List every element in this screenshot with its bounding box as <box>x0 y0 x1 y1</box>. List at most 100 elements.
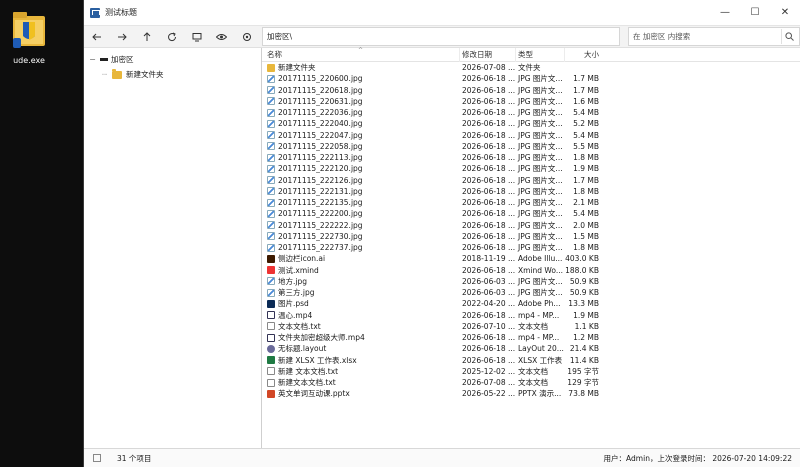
txt-file-icon <box>267 367 275 376</box>
file-size: 1.8 MB <box>573 243 599 253</box>
file-name-cell: 20171115_222058.jpg <box>262 142 460 151</box>
file-name-cell: 20171115_222047.jpg <box>262 131 460 140</box>
file-row[interactable]: 第三方.jpg 2026-06-03 ... JPG 图片文... 50.9 KB <box>262 287 800 298</box>
file-date: 2026-06-18 ... <box>462 209 516 219</box>
file-row[interactable]: 地方.jpg 2026-06-03 ... JPG 图片文... 50.9 KB <box>262 276 800 287</box>
file-date: 2025-12-02 ... <box>462 366 516 376</box>
maximize-button[interactable]: ☐ <box>740 0 770 25</box>
tree-item-root[interactable]: − 加密区 <box>84 52 261 67</box>
close-button[interactable]: ✕ <box>770 0 800 25</box>
status-icon <box>93 454 101 462</box>
file-size: 2.0 MB <box>573 220 599 230</box>
file-row[interactable]: 20171115_220618.jpg 2026-06-18 ... JPG 图片文… <box>262 85 800 96</box>
file-row[interactable]: 20171115_220600.jpg 2026-06-18 ... JPG 图片文… <box>262 73 800 84</box>
mp4-file-icon <box>267 311 275 320</box>
file-type: JPG 图片文... <box>518 130 563 140</box>
file-name: 20171115_222126.jpg <box>278 175 363 185</box>
jpg-file-icon <box>267 243 275 252</box>
file-size: 13.3 MB <box>568 299 599 309</box>
file-row[interactable]: 测试.xmind 2026-06-18 ... Xmind Wo... 188.0 K… <box>262 265 800 276</box>
file-type: JPG 图片文... <box>518 153 563 163</box>
back-button[interactable] <box>84 25 109 48</box>
file-row[interactable]: 20171115_222200.jpg 2026-06-18 ... JPG 图片文… <box>262 208 800 219</box>
file-date: 2026-06-18 ... <box>462 186 516 196</box>
file-type: JPG 图片文... <box>518 164 563 174</box>
file-row[interactable]: 新建 文本文档.txt 2025-12-02 ... 文本文档 195 字节 <box>262 366 800 377</box>
file-row[interactable]: 图片.psd 2022-04-20 ... Adobe Ph... 13.3 MB <box>262 298 800 309</box>
file-size: 73.8 MB <box>568 389 599 399</box>
search-button[interactable] <box>781 29 797 44</box>
desktop-shortcut-label: ude.exe <box>13 56 45 65</box>
file-size: 50.9 KB <box>569 288 599 298</box>
file-row[interactable]: 文件夹加密超级大师.mp4 2026-06-18 ... mp4 - MP... 1.… <box>262 332 800 343</box>
column-size[interactable]: 大小 <box>565 48 599 62</box>
file-row[interactable]: 20171115_222120.jpg 2026-06-18 ... JPG 图片文… <box>262 163 800 174</box>
mp4-file-icon <box>267 333 275 342</box>
up-button[interactable] <box>134 25 159 48</box>
file-name: 文件夹加密超级大师.mp4 <box>278 333 365 343</box>
file-row[interactable]: 新建 XLSX 工作表.xlsx 2026-06-18 ... XLSX 工作表 11… <box>262 355 800 366</box>
jpg-file-icon <box>267 277 275 286</box>
file-name-cell: 20171115_222113.jpg <box>262 153 460 162</box>
file-row[interactable]: 英文单词互动课.pptx 2026-05-22 ... PPTX 演示... 73.8… <box>262 388 800 399</box>
file-date: 2026-06-18 ... <box>462 175 516 185</box>
file-row[interactable]: 20171115_222222.jpg 2026-06-18 ... JPG 图片文… <box>262 220 800 231</box>
file-row[interactable]: 20171115_222737.jpg 2026-06-18 ... JPG 图片文… <box>262 242 800 253</box>
file-size: 188.0 KB <box>565 265 599 275</box>
file-row[interactable]: 20171115_220631.jpg 2026-06-18 ... JPG 图片文… <box>262 96 800 107</box>
column-date[interactable]: 修改日期 <box>460 47 516 62</box>
monitor-button[interactable] <box>184 25 209 48</box>
file-row[interactable]: 20171115_222730.jpg 2026-06-18 ... JPG 图片文… <box>262 231 800 242</box>
file-row[interactable]: 文本文档.txt 2026-07-10 ... 文本文档 1.1 KB <box>262 321 800 332</box>
forward-button[interactable] <box>109 25 134 48</box>
file-row[interactable]: 20171115_222126.jpg 2026-06-18 ... JPG 图片文… <box>262 175 800 186</box>
file-name: 20171115_222036.jpg <box>278 108 363 118</box>
file-name: 文本文档.txt <box>278 321 321 331</box>
address-bar[interactable]: 加密区\ <box>262 27 620 46</box>
settings-button[interactable] <box>234 25 259 48</box>
file-name-cell: 20171115_222040.jpg <box>262 119 460 128</box>
collapse-icon[interactable]: − <box>88 55 97 64</box>
refresh-button[interactable] <box>159 25 184 48</box>
arrow-right-icon <box>117 33 127 40</box>
file-row[interactable]: 20171115_222040.jpg 2026-06-18 ... JPG 图片文… <box>262 118 800 129</box>
column-type[interactable]: 类型 <box>516 47 565 62</box>
sort-indicator-icon: ^ <box>358 47 364 54</box>
file-row[interactable]: 20171115_222058.jpg 2026-06-18 ... JPG 图片文… <box>262 141 800 152</box>
file-row[interactable]: 温心.mp4 2026-06-18 ... mp4 - MP... 1.9 MB <box>262 310 800 321</box>
file-row[interactable]: 20171115_222131.jpg 2026-06-18 ... JPG 图片文… <box>262 186 800 197</box>
file-type: JPG 图片文... <box>518 96 563 106</box>
refresh-icon <box>167 32 176 41</box>
jpg-file-icon <box>267 142 275 151</box>
file-row[interactable]: 无标题.layout 2026-06-18 ... LayOut 20... 21.4… <box>262 343 800 354</box>
file-row[interactable]: 新建文本文档.txt 2026-07-08 ... 文本文档 129 字节 <box>262 377 800 388</box>
search-box[interactable]: 在 加密区 内搜索 <box>628 27 800 46</box>
title-bar[interactable]: 测试标题 — ☐ ✕ <box>84 0 800 25</box>
file-size: 21.4 KB <box>569 344 599 354</box>
file-name-cell: 20171115_222737.jpg <box>262 243 460 252</box>
desktop-shortcut-ude[interactable]: ude.exe <box>5 8 53 65</box>
file-type: JPG 图片文... <box>518 175 563 185</box>
item-count: 31 个项目 <box>117 453 152 463</box>
file-row[interactable]: 20171115_222036.jpg 2026-06-18 ... JPG 图片文… <box>262 107 800 118</box>
file-size: 1.6 MB <box>573 96 599 106</box>
file-type: XLSX 工作表 <box>518 355 563 365</box>
file-size: 129 字节 <box>567 378 599 388</box>
minimize-button[interactable]: — <box>710 0 740 25</box>
jpg-file-icon <box>267 187 275 196</box>
file-name-cell: 新建文本文档.txt <box>262 377 460 388</box>
file-row[interactable]: 20171115_222113.jpg 2026-06-18 ... JPG 图片文… <box>262 152 800 163</box>
view-button[interactable] <box>209 25 234 48</box>
file-name-cell: 20171115_222036.jpg <box>262 108 460 117</box>
file-date: 2026-06-18 ... <box>462 96 516 106</box>
file-row[interactable]: 新建文件夹 2026-07-08 ... 文件夹 <box>262 62 800 73</box>
file-row[interactable]: 20171115_222135.jpg 2026-06-18 ... JPG 图片文… <box>262 197 800 208</box>
search-input[interactable]: 在 加密区 内搜索 <box>633 31 690 42</box>
file-type: Adobe Ph... <box>518 299 561 309</box>
file-rows: 新建文件夹 2026-07-08 ... 文件夹 20171115_220600.jp… <box>262 62 800 400</box>
tree-item-folder[interactable]: ┈ 新建文件夹 <box>84 67 261 82</box>
file-type: 文本文档 <box>518 366 548 376</box>
file-row[interactable]: 侧边栏icon.ai 2018-11-19 ... Adobe Illu... 403… <box>262 253 800 264</box>
file-name-cell: 20171115_222135.jpg <box>262 198 460 207</box>
file-row[interactable]: 20171115_222047.jpg 2026-06-18 ... JPG 图片文… <box>262 130 800 141</box>
